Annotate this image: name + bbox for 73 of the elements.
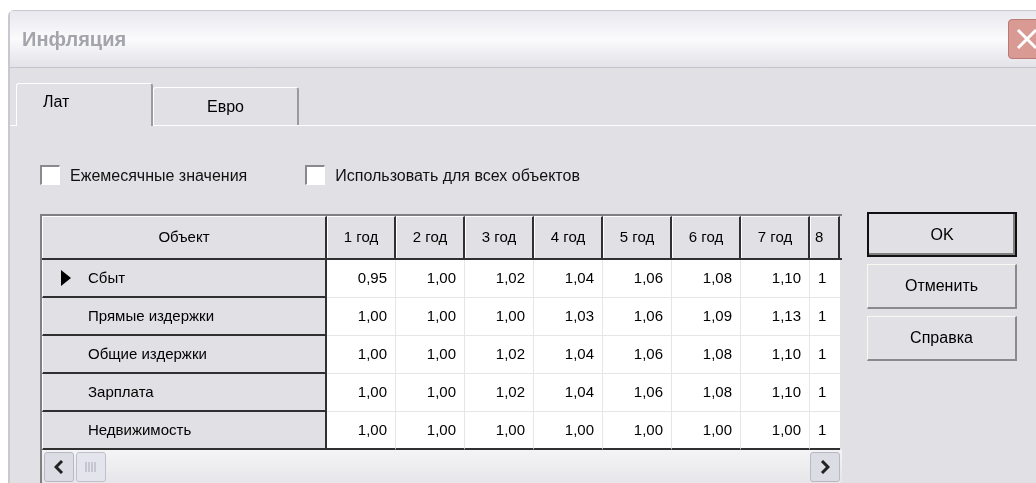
checkbox[interactable] [305, 165, 326, 185]
checkbox-label: Ежемесячные значения [70, 166, 248, 186]
table-cell: 1,13 [741, 298, 810, 336]
table-cell: 1,04 [534, 336, 603, 374]
column-header[interactable]: 1 год [327, 216, 396, 258]
table-cell: 1,00 [465, 412, 534, 450]
table-cell: 1 [810, 374, 840, 412]
table-cell: 1,06 [603, 260, 672, 298]
scroll-thumb[interactable] [76, 452, 106, 482]
table-cell: 1,06 [603, 374, 672, 412]
scroll-right-button[interactable] [810, 452, 840, 482]
dialog-button[interactable]: OK [867, 212, 1017, 257]
table-cell: 1,00 [534, 412, 603, 450]
checkbox[interactable] [40, 165, 60, 185]
table-cell: 1 [810, 260, 840, 298]
table-cell: 0,95 [327, 260, 396, 298]
table-cell: 1,00 [327, 336, 396, 374]
row-label: Зарплата [88, 381, 154, 402]
scroll-left-button[interactable] [44, 452, 74, 482]
column-header[interactable]: 5 год [603, 216, 672, 258]
tab[interactable]: Евро [153, 87, 299, 125]
column-header[interactable]: 2 год [396, 216, 465, 258]
row-label: Сбыт [88, 267, 126, 288]
close-icon [1015, 27, 1036, 51]
row-label: Общие издержки [88, 343, 207, 364]
grip-icon [85, 462, 97, 472]
table-cell: 1,08 [672, 260, 741, 298]
chevron-left-icon [54, 460, 64, 474]
column-header[interactable]: Объект [42, 216, 327, 258]
table-cell: 1 [810, 298, 840, 336]
table-cell: 1,06 [603, 298, 672, 336]
checkbox-label: Использовать для всех объектов [335, 166, 580, 186]
table-cell: 1,10 [741, 336, 810, 374]
table-cell: 1,00 [603, 412, 672, 450]
column-header[interactable]: 7 год [741, 216, 810, 258]
table-cell: 1,06 [603, 336, 672, 374]
table-cell: 1,00 [396, 260, 465, 298]
table-cell: 1,00 [396, 412, 465, 450]
table-cell: 1,00 [672, 412, 741, 450]
column-header[interactable]: 6 год [672, 216, 741, 258]
table-cell: 1,10 [741, 374, 810, 412]
horizontal-scrollbar[interactable] [42, 450, 842, 483]
column-header[interactable]: 4 год [534, 216, 603, 258]
table-cell: 1,00 [396, 374, 465, 412]
table-cell: 1,04 [534, 260, 603, 298]
table-cell: 1,08 [672, 374, 741, 412]
table-cell: 1,09 [672, 298, 741, 336]
table-cell: 1,00 [396, 298, 465, 336]
close-button[interactable] [1008, 19, 1036, 59]
table-cell: 1,00 [327, 298, 396, 336]
dialog-button[interactable]: Отменить [867, 264, 1017, 309]
table-cell: 1,08 [672, 336, 741, 374]
tab[interactable]: Лат [16, 83, 153, 126]
dialog-button[interactable]: Справка [867, 316, 1017, 361]
table-cell: 1,02 [465, 374, 534, 412]
column-header[interactable]: 3 год [465, 216, 534, 258]
window-title: Инфляция [22, 27, 127, 52]
table-cell: 1,00 [465, 298, 534, 336]
table-cell: 1 [810, 336, 840, 374]
row-label: Недвижимость [88, 419, 192, 440]
table-cell: 1,04 [534, 374, 603, 412]
table-cell: 1,03 [534, 298, 603, 336]
column-header[interactable]: 8 [810, 216, 840, 258]
table-cell: 1,00 [396, 336, 465, 374]
chevron-right-icon [820, 460, 830, 474]
table-cell: 1 [810, 412, 840, 450]
table-cell: 1,00 [327, 374, 396, 412]
table-cell: 1,10 [741, 260, 810, 298]
table-cell: 1,00 [327, 412, 396, 450]
table-cell: 1,00 [741, 412, 810, 450]
table-cell: 1,02 [465, 260, 534, 298]
row-label: Прямые издержки [88, 305, 215, 326]
table-cell: 1,02 [465, 336, 534, 374]
